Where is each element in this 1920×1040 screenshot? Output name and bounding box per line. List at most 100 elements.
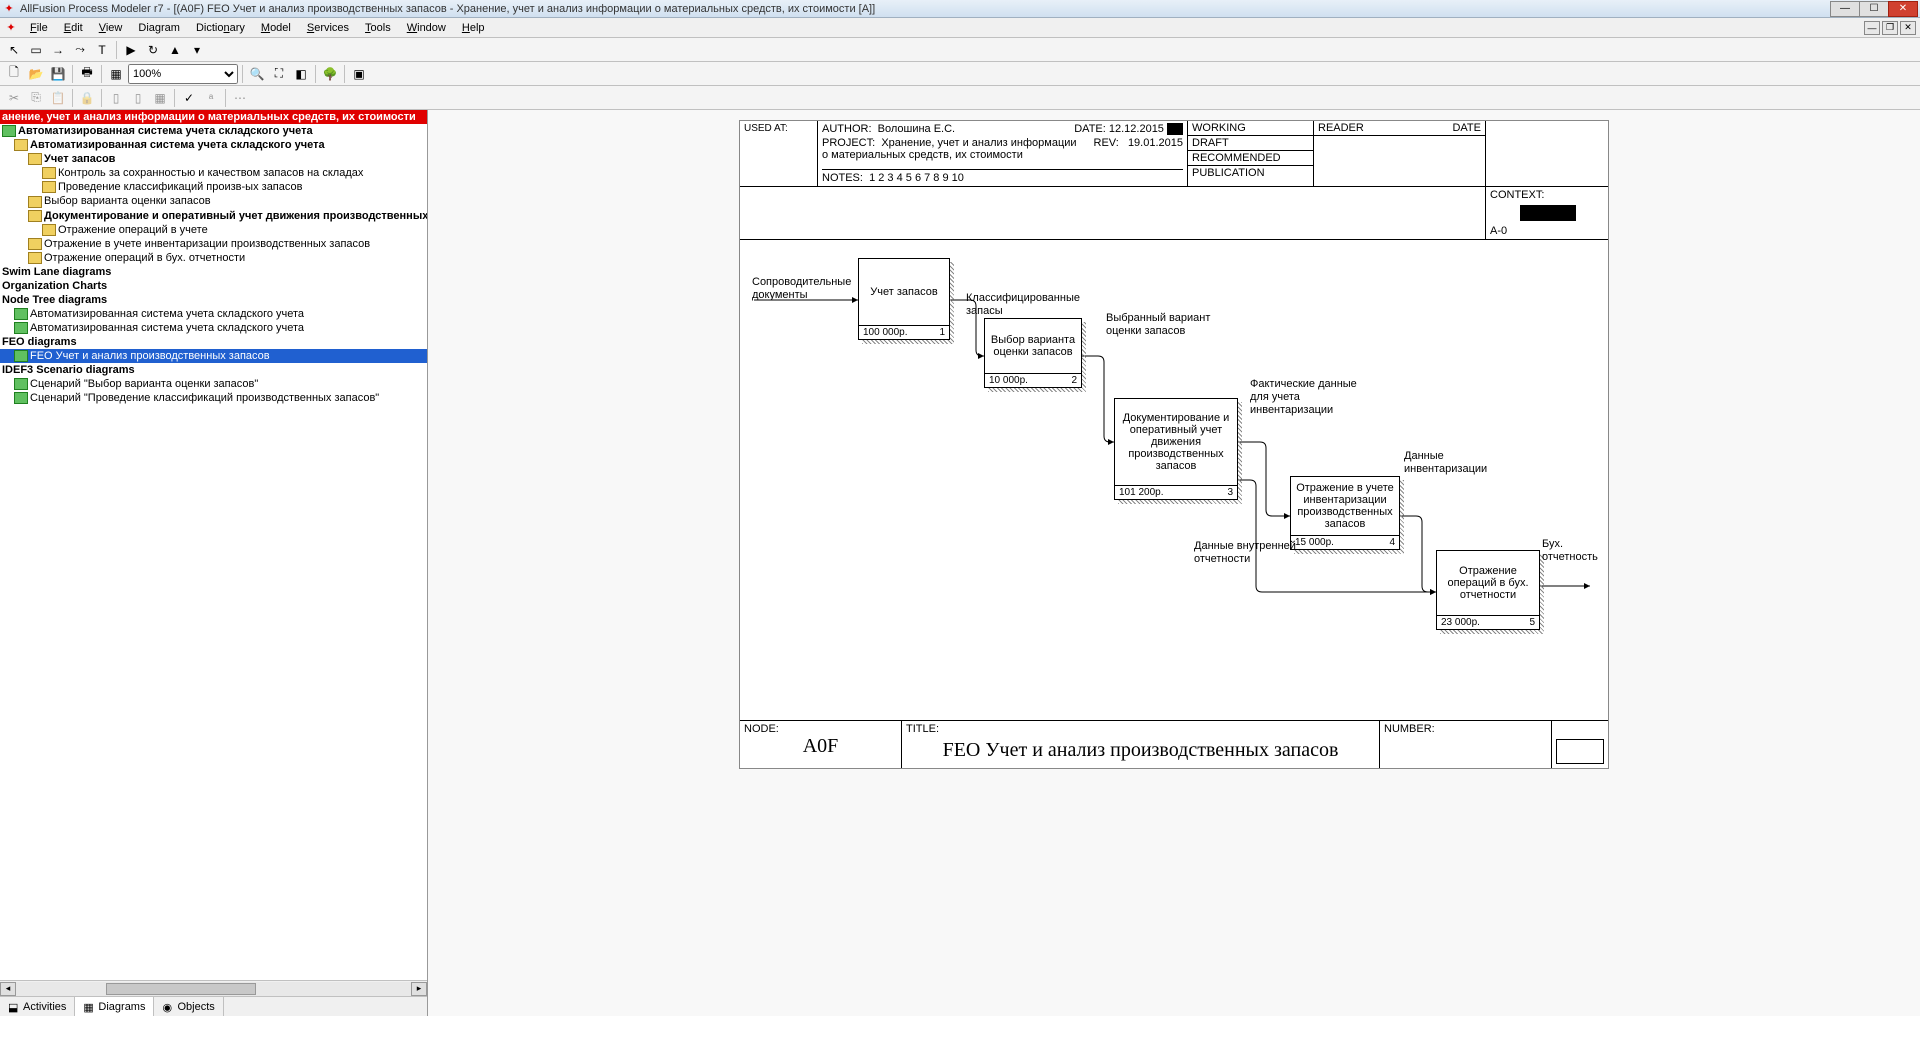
nav-child[interactable]: ↻ [143, 40, 163, 60]
spell-button[interactable]: ᵃ [201, 88, 221, 108]
scroll-thumb[interactable] [106, 983, 256, 995]
tree-item-14[interactable]: Автоматизированная система учета складск… [0, 307, 427, 321]
tree-item-16[interactable]: FEO diagrams [0, 335, 427, 349]
tree-item-4[interactable]: Контроль за сохранностью и качеством зап… [0, 166, 427, 180]
tree-item-0[interactable]: анение, учет и анализ информации о матер… [0, 110, 427, 124]
tree-hscroll[interactable]: ◂ ▸ [0, 980, 427, 996]
tree-item-19[interactable]: Сценарий "Выбор варианта оценки запасов" [0, 377, 427, 391]
tab-diagrams[interactable]: ▦Diagrams [75, 997, 154, 1016]
activity-box-3[interactable]: Документирование и оперативный учет движ… [1114, 398, 1238, 500]
activity-number: 5 [1529, 617, 1535, 628]
print-button[interactable]: 🖶 [77, 64, 97, 84]
tree-item-11[interactable]: Swim Lane diagrams [0, 265, 427, 279]
misc-button[interactable]: ⋯ [230, 88, 250, 108]
tree-item-label: Отражение операций в бух. отчетности [44, 252, 245, 264]
tree-item-7[interactable]: Документирование и оперативный учет движ… [0, 209, 427, 223]
tree-item-10[interactable]: Отражение операций в бух. отчетности [0, 251, 427, 265]
scroll-right[interactable]: ▸ [411, 982, 427, 996]
window-title: AllFusion Process Modeler r7 - [(A0F) FE… [20, 3, 1831, 15]
activity-icon [28, 210, 42, 222]
context-box-icon [1520, 205, 1576, 221]
nav-dropdown[interactable]: ▾ [187, 40, 207, 60]
tab-objects[interactable]: ◉Objects [154, 997, 223, 1016]
pointer-tool[interactable]: ↖ [4, 40, 24, 60]
menu-model[interactable]: Model [253, 20, 299, 36]
mdi-restore[interactable]: ❐ [1882, 21, 1898, 35]
activity-box-2[interactable]: Выбор варианта оценки запасов10 000р.2 [984, 318, 1082, 388]
lock-button[interactable]: 🔒 [77, 88, 97, 108]
zoom-in-button[interactable]: 🔍 [247, 64, 267, 84]
diagram-body[interactable]: Учет запасов100 000р.1Выбор варианта оце… [740, 240, 1608, 720]
cut-button[interactable]: ✂ [4, 88, 24, 108]
diagram-canvas[interactable]: USED AT: AUTHOR: Волошина Е.С. DATE: 12.… [428, 110, 1920, 1016]
tree-item-8[interactable]: Отражение операций в учете [0, 223, 427, 237]
close-button[interactable]: ✕ [1888, 1, 1918, 17]
activity-icon [14, 139, 28, 151]
menu-dictionary[interactable]: Dictionary [188, 20, 253, 36]
activity-number: 4 [1389, 537, 1395, 548]
node-label: NODE: [744, 723, 897, 735]
text-tool[interactable]: T [92, 40, 112, 60]
mdi-close[interactable]: ✕ [1900, 21, 1916, 35]
check-button[interactable]: ✓ [179, 88, 199, 108]
mdi-minimize[interactable]: — [1864, 21, 1880, 35]
save-button[interactable]: 💾 [48, 64, 68, 84]
zoom-out-button[interactable]: ◧ [291, 64, 311, 84]
activity-title: Отражение в учете инвентаризации произво… [1291, 477, 1399, 535]
menu-help[interactable]: Help [454, 20, 493, 36]
zoom-select[interactable]: 100% [128, 64, 238, 84]
menu-edit[interactable]: Edit [56, 20, 91, 36]
tree-item-13[interactable]: Node Tree diagrams [0, 293, 427, 307]
scroll-left[interactable]: ◂ [0, 982, 16, 996]
diagrams-icon: ▦ [83, 1001, 95, 1013]
tree-item-label: Контроль за сохранностью и качеством зап… [58, 167, 363, 179]
align-1[interactable]: ▯ [106, 88, 126, 108]
arrow-tool[interactable]: → [48, 40, 68, 60]
activity-box-4[interactable]: Отражение в учете инвентаризации произво… [1290, 476, 1400, 550]
align-3[interactable]: ▦ [150, 88, 170, 108]
diagram-sheet: USED AT: AUTHOR: Волошина Е.С. DATE: 12.… [739, 120, 1609, 769]
menu-diagram[interactable]: Diagram [130, 20, 188, 36]
activity-box-5[interactable]: Отражение операций в бух. отчетности23 0… [1436, 550, 1540, 630]
activity-cost: 101 200р. [1119, 487, 1164, 498]
explorer-button[interactable]: 🌳 [320, 64, 340, 84]
squiggle-tool[interactable]: ⤳ [70, 40, 90, 60]
diagram-icon [14, 350, 28, 362]
activity-icon [28, 196, 42, 208]
menu-view[interactable]: View [91, 20, 131, 36]
paste-button[interactable]: 📋 [48, 88, 68, 108]
menu-window[interactable]: Window [399, 20, 454, 36]
report-button[interactable]: ▦ [106, 64, 126, 84]
tree-item-17[interactable]: FEO Учет и анализ производственных запас… [0, 349, 427, 363]
new-button[interactable]: 🗋 [4, 64, 24, 84]
maximize-button[interactable]: ☐ [1859, 1, 1889, 17]
menu-tools[interactable]: Tools [357, 20, 399, 36]
copy-button[interactable]: ⎘ [26, 88, 46, 108]
tree-item-1[interactable]: Автоматизированная система учета складск… [0, 124, 427, 138]
tab-activities[interactable]: ⬓Activities [0, 997, 75, 1016]
zoom-fit-button[interactable]: ⛶ [269, 64, 289, 84]
tree-item-18[interactable]: IDEF3 Scenario diagrams [0, 363, 427, 377]
tree-item-12[interactable]: Organization Charts [0, 279, 427, 293]
menu-file[interactable]: File [22, 20, 56, 36]
tree-item-9[interactable]: Отражение в учете инвентаризации произво… [0, 237, 427, 251]
nav-sibling[interactable]: ▲ [165, 40, 185, 60]
tree-item-5[interactable]: Проведение классификаций произв-ых запас… [0, 180, 427, 194]
activity-footer: 100 000р.1 [859, 325, 949, 339]
tree-item-label: анение, учет и анализ информации о матер… [2, 111, 416, 123]
tree-item-15[interactable]: Автоматизированная система учета складск… [0, 321, 427, 335]
nav-parent[interactable]: ▶ [121, 40, 141, 60]
align-2[interactable]: ▯ [128, 88, 148, 108]
tree-item-20[interactable]: Сценарий "Проведение классификаций произ… [0, 391, 427, 405]
minimize-button[interactable]: — [1830, 1, 1860, 17]
menu-services[interactable]: Services [299, 20, 357, 36]
activity-tool[interactable]: ▭ [26, 40, 46, 60]
tree-item-6[interactable]: Выбор варианта оценки запасов [0, 194, 427, 208]
tree-item-3[interactable]: Учет запасов [0, 152, 427, 166]
activity-title: Документирование и оперативный учет движ… [1115, 399, 1237, 485]
tree-body[interactable]: анение, учет и анализ информации о матер… [0, 110, 427, 980]
open-button[interactable]: 📂 [26, 64, 46, 84]
used-at-cell: USED AT: [740, 121, 818, 186]
tree-item-2[interactable]: Автоматизированная система учета складск… [0, 138, 427, 152]
model-button[interactable]: ▣ [349, 64, 369, 84]
